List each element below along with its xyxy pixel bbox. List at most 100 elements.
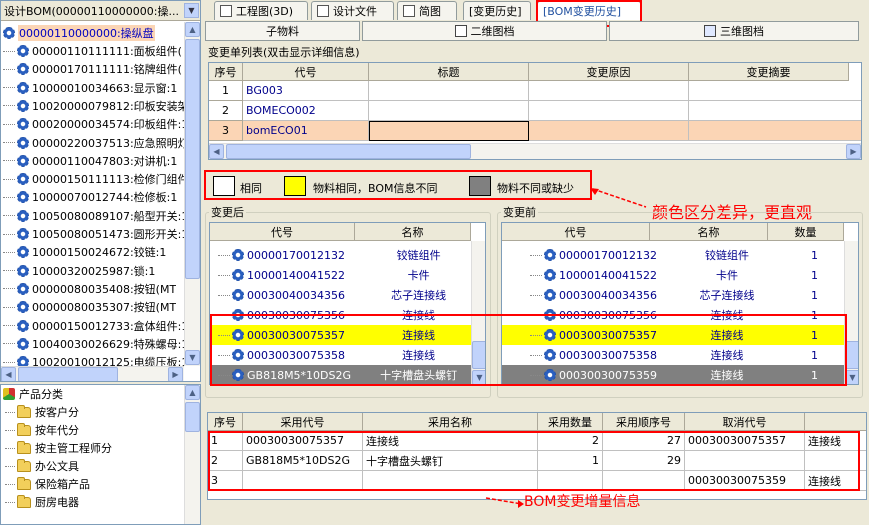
tree-item[interactable]: 00000080035307:按钮(MT xyxy=(3,298,176,316)
scroll-thumb[interactable] xyxy=(845,341,858,369)
change-summary-cell[interactable] xyxy=(689,81,861,101)
category-item[interactable]: 办公文具 xyxy=(5,457,79,475)
scroll-thumb[interactable] xyxy=(18,367,118,381)
table-row[interactable]: 00000170012132 铰链组件 1 xyxy=(502,245,844,265)
tree-line xyxy=(218,294,230,296)
category-item[interactable]: 保险箱产品 xyxy=(5,475,90,493)
col-header-code[interactable]: 代号 xyxy=(210,223,355,241)
change-reason-cell[interactable] xyxy=(529,101,689,121)
tab-design-files[interactable]: 设计文件 xyxy=(311,1,394,20)
tree-item[interactable]: 00000110111111:面板组件( xyxy=(3,42,182,60)
table-row[interactable]: 10000140041522 卡件 xyxy=(210,265,471,285)
col-header-summary[interactable]: 变更摘要 xyxy=(689,63,849,81)
scroll-thumb[interactable] xyxy=(226,144,471,159)
scroll-left-button[interactable]: ◀ xyxy=(209,144,224,159)
scroll-down-button[interactable]: ▼ xyxy=(845,370,858,384)
tree-item[interactable]: 10020000079812:印板安装架 xyxy=(3,97,189,115)
tree-item[interactable]: 10000150024672:铰链:1 xyxy=(3,243,166,261)
subtab-3d-drawings[interactable]: 三维图档 xyxy=(609,21,859,41)
tree-item[interactable]: 00020000034574:印板组件:1 xyxy=(3,115,188,133)
tree-line xyxy=(3,325,15,326)
tab-engineering-drawing[interactable]: 工程图(3D) xyxy=(214,1,308,20)
tree-item[interactable]: 00000150012733:盒体组件:1 xyxy=(3,317,188,335)
row-number: 3 xyxy=(209,121,243,141)
change-title-cell[interactable] xyxy=(369,121,529,141)
tree-line xyxy=(218,254,230,256)
change-title-cell[interactable] xyxy=(369,81,529,101)
col-header-reason[interactable]: 变更原因 xyxy=(529,63,689,81)
tree-item-label: 10020000079812:印板安装架 xyxy=(32,99,189,113)
tree-item[interactable]: 10040030026629:特殊螺母:1 xyxy=(3,335,188,353)
col-header-adopted-name[interactable]: 采用名称 xyxy=(363,413,538,431)
scroll-right-button[interactable]: ▶ xyxy=(846,144,861,159)
col-header-code[interactable]: 代号 xyxy=(502,223,650,241)
tree-hscroll[interactable]: ◀ ▶ xyxy=(1,366,184,381)
tree-item[interactable]: 00000220037513:应急照明灯 xyxy=(3,134,189,152)
tree-item[interactable]: 00000150111113:检修门组件 xyxy=(3,170,189,188)
col-header-cancel-code[interactable]: 取消代号 xyxy=(685,413,805,431)
col-header-title[interactable]: 标题 xyxy=(369,63,529,81)
tree-item[interactable]: 00000110047803:对讲机:1 xyxy=(3,152,177,170)
tree-item[interactable]: 00000080035408:按钮(MT xyxy=(3,280,176,298)
table-row[interactable]: 00030040034356 芯子连接线 xyxy=(210,285,471,305)
scroll-up-button[interactable]: ▲ xyxy=(185,22,200,37)
tree-item[interactable]: 10000070012744:检修板:1 xyxy=(3,188,177,206)
category-item[interactable]: 厨房电器 xyxy=(5,493,79,511)
tab-change-history[interactable]: [变更历史] xyxy=(463,1,531,20)
change-reason-cell[interactable] xyxy=(529,81,689,101)
col-header-adopted-qty[interactable]: 采用数量 xyxy=(538,413,603,431)
col-header-no[interactable]: 序号 xyxy=(208,413,243,431)
table-row[interactable]: 10000140041522 卡件 1 xyxy=(502,265,844,285)
change-reason-cell[interactable] xyxy=(529,121,689,141)
col-header-code[interactable]: 代号 xyxy=(243,63,369,81)
folder-icon xyxy=(17,494,31,508)
category-item[interactable]: 按客户分 xyxy=(5,403,79,421)
col-header-cancel-name[interactable] xyxy=(805,413,866,431)
change-code-cell[interactable]: BG003 xyxy=(243,81,369,101)
table-row[interactable]: 00000170012132 铰链组件 xyxy=(210,245,471,265)
category-item[interactable]: 按主管工程师分 xyxy=(5,439,112,457)
tab-sketch[interactable]: 简图 xyxy=(397,1,457,20)
tree-item[interactable]: 10000320025987:锁:1 xyxy=(3,262,155,280)
after-code: 00000170012132 xyxy=(247,248,345,262)
change-summary-cell[interactable] xyxy=(689,101,861,121)
category-root[interactable]: 产品分类 xyxy=(3,385,63,403)
tree-item[interactable]: 10000010034663:显示窗:1 xyxy=(3,79,177,97)
folder-icon xyxy=(17,404,31,418)
table-row[interactable]: 00030040034356 芯子连接线 1 xyxy=(502,285,844,305)
change-code-cell[interactable]: bomECO01 xyxy=(243,121,369,141)
scroll-up-button[interactable]: ▲ xyxy=(185,385,200,400)
tree-item[interactable]: 00000170111111:铭牌组件( xyxy=(3,60,182,78)
3d-icon xyxy=(704,25,716,37)
scroll-thumb[interactable] xyxy=(185,402,200,432)
scroll-thumb[interactable] xyxy=(185,39,200,279)
col-header-adopted-code[interactable]: 采用代号 xyxy=(243,413,363,431)
tree-item[interactable]: 10050080089107:船型开关:1 xyxy=(3,207,188,225)
col-header-name[interactable]: 名称 xyxy=(650,223,768,241)
subtab-sub-materials[interactable]: 子物料 xyxy=(205,21,360,41)
tree-root[interactable]: 00000110000000:操纵盘 xyxy=(3,24,155,42)
tree-dropdown-button[interactable]: ▼ xyxy=(184,3,199,18)
subtab-2d-drawings[interactable]: 二维图档 xyxy=(362,21,607,41)
col-header-no[interactable]: 序号 xyxy=(209,63,243,81)
col-header-qty[interactable]: 数量 xyxy=(768,223,844,241)
change-code-cell[interactable]: BOMECO002 xyxy=(243,101,369,121)
annotation-arrow xyxy=(590,188,647,208)
change-title-cell[interactable] xyxy=(369,101,529,121)
change-list-hscroll[interactable]: ◀ ▶ xyxy=(209,143,861,159)
change-summary-cell[interactable] xyxy=(689,121,861,141)
tree-item[interactable]: 10050080051473:圆形开关:1 xyxy=(3,225,188,243)
tree-item-label: 10040030026629:特殊螺母:1 xyxy=(32,337,189,351)
category-vscroll[interactable]: ▲ xyxy=(184,385,200,524)
tree-vscroll[interactable]: ▲ ▼ xyxy=(184,22,200,366)
tree-item-label: 00000150012733:盒体组件:1 xyxy=(32,319,189,333)
gear-icon xyxy=(17,209,29,222)
col-header-adopted-seq[interactable]: 采用顺序号 xyxy=(603,413,685,431)
scroll-left-button[interactable]: ◀ xyxy=(1,367,16,381)
scroll-right-button[interactable]: ▶ xyxy=(168,367,183,381)
tree-line xyxy=(3,50,15,52)
category-item[interactable]: 按年代分 xyxy=(5,421,79,439)
scroll-down-button[interactable]: ▼ xyxy=(185,350,200,365)
col-header-name[interactable]: 名称 xyxy=(355,223,471,241)
folder-icon xyxy=(17,440,31,454)
